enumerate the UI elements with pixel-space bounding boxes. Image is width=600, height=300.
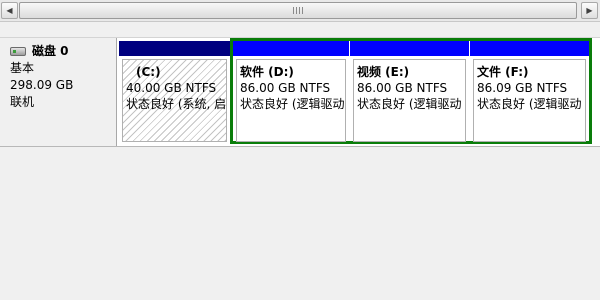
- partition-c[interactable]: (C:) 40.00 GB NTFS 状态良好 (系统, 启: [119, 41, 230, 145]
- logical-drive-bar: [350, 41, 469, 56]
- scroll-right-button[interactable]: ▶: [581, 2, 598, 19]
- partition-name: 文件 (F:): [477, 65, 529, 79]
- arrow-left-icon: ◀: [6, 6, 13, 15]
- disk-name: 磁盘 0: [32, 44, 69, 58]
- partition-status: 状态良好 (逻辑驱动: [357, 97, 462, 111]
- partition-name: 视频 (E:): [357, 65, 410, 79]
- disk-size: 298.09 GB: [10, 78, 74, 92]
- arrow-right-icon: ▶: [586, 6, 593, 15]
- logical-drive-bar: [233, 41, 349, 56]
- partition-f[interactable]: 文件 (F:) 86.09 GB NTFS 状态良好 (逻辑驱动: [470, 41, 589, 145]
- logical-drive-bar: [470, 41, 589, 56]
- scrollbar-thumb[interactable]: [19, 2, 577, 19]
- scroll-left-button[interactable]: ◀: [1, 2, 18, 19]
- partition-status: 状态良好 (逻辑驱动: [240, 97, 345, 111]
- grip-icon: [293, 7, 303, 14]
- disk-type: 基本: [10, 61, 35, 75]
- partition-size: 86.00 GB NTFS: [357, 81, 448, 95]
- disk-icon: [10, 47, 26, 56]
- partition-name: 软件 (D:): [240, 65, 294, 79]
- partition-size: 86.09 GB NTFS: [477, 81, 568, 95]
- partition-size: 86.00 GB NTFS: [240, 81, 331, 95]
- partition-e[interactable]: 视频 (E:) 86.00 GB NTFS 状态良好 (逻辑驱动: [350, 41, 469, 145]
- primary-partition-bar: [119, 41, 230, 56]
- disk-row: 磁盘 0 基本 298.09 GB 联机 (C:) 40.00 GB NTFS …: [0, 37, 600, 147]
- partition-name: (C:): [136, 65, 161, 79]
- disk-status: 联机: [10, 95, 35, 109]
- horizontal-scrollbar[interactable]: ◀ ▶: [0, 0, 600, 22]
- disk-label[interactable]: 磁盘 0 基本 298.09 GB 联机: [0, 38, 117, 146]
- partition-d[interactable]: 软件 (D:) 86.00 GB NTFS 状态良好 (逻辑驱动: [233, 41, 349, 145]
- partition-status: 状态良好 (逻辑驱动: [477, 97, 582, 111]
- partition-status: 状态良好 (系统, 启: [126, 97, 227, 111]
- partition-size: 40.00 GB NTFS: [126, 81, 217, 95]
